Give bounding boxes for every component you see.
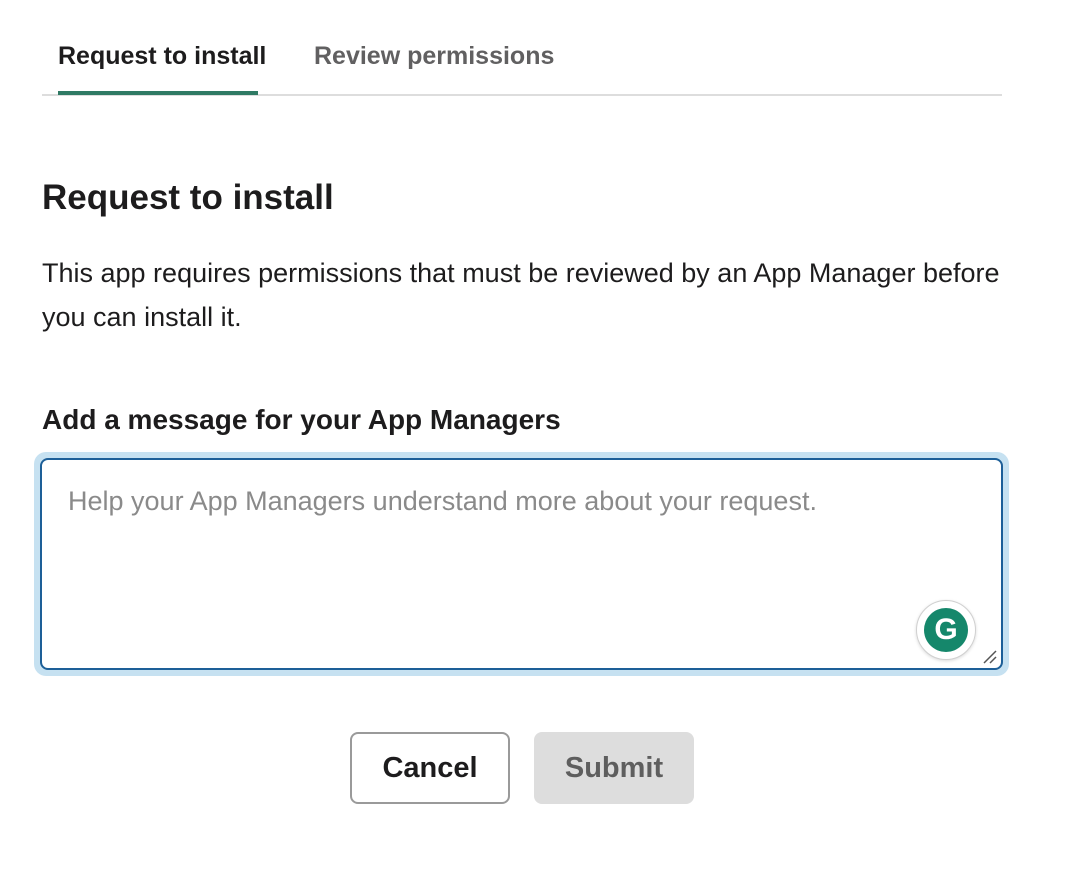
grammarly-icon: G xyxy=(924,608,968,652)
grammarly-button[interactable]: G xyxy=(916,600,976,660)
message-textarea[interactable] xyxy=(40,458,1003,670)
tab-review-permissions[interactable]: Review permissions xyxy=(314,42,554,71)
submit-button[interactable]: Submit xyxy=(534,732,694,804)
resize-handle-icon[interactable] xyxy=(981,648,997,664)
tab-request-to-install[interactable]: Request to install xyxy=(58,42,266,71)
active-tab-indicator xyxy=(58,91,258,95)
page-title: Request to install xyxy=(42,178,334,217)
cancel-button[interactable]: Cancel xyxy=(350,732,510,804)
tab-bar: Request to install Review permissions xyxy=(42,0,1002,96)
page-description: This app requires permissions that must … xyxy=(42,258,1000,332)
request-install-page: Request to install Review permissions Re… xyxy=(0,0,1068,874)
message-field-focus-ring: G xyxy=(34,452,1009,676)
message-field-label: Add a message for your App Managers xyxy=(42,404,561,435)
